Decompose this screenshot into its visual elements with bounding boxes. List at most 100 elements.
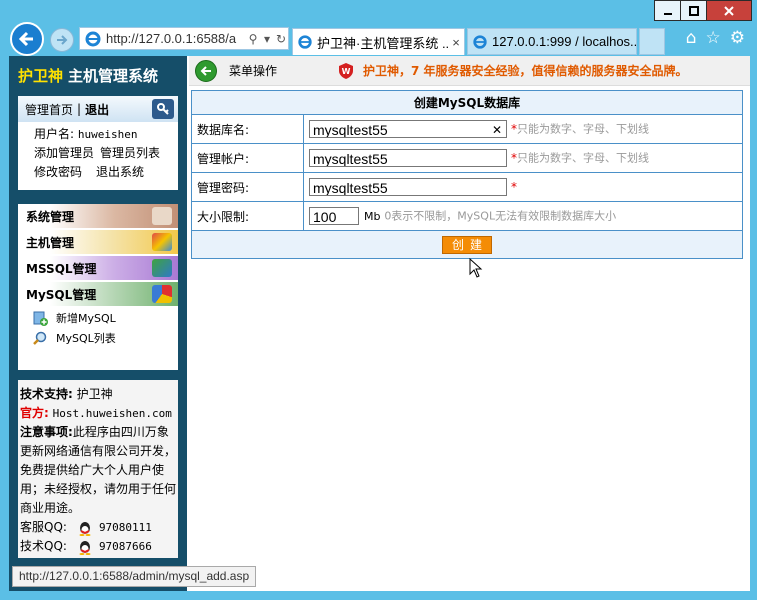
menu-label: MSSQL管理 [26,261,97,276]
size-cell: 100 Mb 0表示不限制，MySQL无法有效限制数据库大小 [303,201,743,231]
support-panel: 技术支持: 护卫神 官方: Host.huweishen.com 注意事项:此程… [18,380,178,558]
tab-title: 127.0.0.1:999 / localhos... [492,34,636,49]
form-submit-row: 创建 [191,230,743,259]
form-row-dbname: 数据库名: mysqltest55 ✕ *只能为数字、字母、下划线 [191,114,743,144]
username-label: 用户名: [34,127,75,141]
menu-host-management[interactable]: 主机管理 [18,230,178,254]
form-row-account: 管理帐户: mysqltest55 *只能为数字、字母、下划线 [191,143,743,173]
notice-row: 注意事项:此程序由四川万象更新网络通信有限公司开发，免费提供给广大个人用户使用；… [20,423,178,518]
new-tab-button[interactable] [639,28,665,55]
search-icon[interactable]: ⚲ [246,32,260,46]
address-bar[interactable]: http://127.0.0.1:6588/a ⚲ ▾ ↻ [79,27,289,50]
official-label: 官方: [20,406,49,420]
create-button[interactable]: 创建 [442,235,492,254]
official-link[interactable]: Host.huweishen.com [53,407,172,420]
support-value: 护卫神 [76,387,113,401]
dbname-label: 数据库名: [191,114,304,144]
brand-rest: 主机管理系统 [68,67,159,85]
mssql-network-icon [152,259,172,277]
qq-tech-label: 技术QQ: [20,539,67,553]
required-star: * [511,179,517,194]
forward-button[interactable] [50,28,74,52]
home-icon[interactable]: ⌂ [686,28,697,48]
change-password-link[interactable]: 修改密码 [34,165,82,179]
admin-list-link[interactable]: 管理员列表 [100,146,160,160]
size-unit: Mb [364,209,381,223]
magnifier-icon [33,331,47,345]
submit-cell: 创建 [191,230,743,259]
account-hint: 只能为数字、字母、下划线 [517,151,649,165]
dropdown-icon[interactable]: ▾ [260,32,274,46]
sidebar-item-new-mysql[interactable]: 新增MySQL [18,308,178,328]
dbname-input[interactable]: mysqltest55 ✕ [309,120,507,138]
support-label: 技术支持: [20,387,73,401]
tab-close-button[interactable]: × [448,35,464,50]
size-hint: 0表示不限制，MySQL无法有效限制数据库大小 [384,209,617,223]
qq-service-label: 客服QQ: [20,520,67,534]
sidebar-item-mysql-list[interactable]: MySQL列表 [18,328,178,348]
system-gear-icon [152,207,172,225]
password-cell: mysqltest55 * [303,172,743,202]
clear-input-icon[interactable]: ✕ [492,121,502,137]
dbname-cell: mysqltest55 ✕ *只能为数字、字母、下划线 [303,114,743,144]
back-button[interactable] [10,22,44,56]
qq-service-row: 客服QQ: 97080111 [20,518,178,537]
dbname-hint: 只能为数字、字母、下划线 [517,122,649,136]
qq-service-number: 97080111 [98,521,152,534]
sidebar-item-label: 新增MySQL [56,312,116,325]
qq-penguin-icon[interactable] [77,539,93,555]
account-links-row: 修改密码 退出系统 [34,163,178,182]
brand-title: 护卫神 主机管理系统 [18,65,158,86]
tab-title: 护卫神·主机管理系统 ... [317,35,448,51]
status-bar: http://127.0.0.1:6588/admin/mysql_add.as… [12,566,257,587]
maximize-button[interactable] [680,0,707,21]
tab-phpmyadmin[interactable]: 127.0.0.1:999 / localhos... [467,28,637,55]
menu-mssql-management[interactable]: MSSQL管理 [18,256,178,280]
admin-links-row: 添加管理员 管理员列表 [34,144,178,163]
close-window-button[interactable] [706,0,752,21]
separator: | [77,102,82,116]
host-boxes-icon [152,233,172,251]
slogan-text: 护卫神，7 年服务器安全经验，值得信赖的服务器安全品牌。 [363,64,688,78]
form-title: 创建MySQL数据库 [191,90,743,115]
window-controls [654,0,752,21]
logout-link[interactable]: 退出 [85,101,109,118]
menu-mysql-management[interactable]: MySQL管理 [18,282,178,306]
tab-host-admin[interactable]: 护卫神·主机管理系统 ... × [292,28,465,55]
form-header-row: 创建MySQL数据库 [191,90,743,115]
settings-gear-icon[interactable]: ⚙ [730,28,745,48]
account-label: 管理帐户: [191,143,304,173]
refresh-icon[interactable]: ↻ [274,32,288,46]
favorites-star-icon[interactable]: ☆ [706,28,721,48]
page-content: 护卫神 主机管理系统 管理首页 | 退出 用户名: huweishen 添加管理员… [9,56,750,591]
address-url[interactable]: http://127.0.0.1:6588/a [106,31,246,46]
qq-penguin-icon[interactable] [77,520,93,536]
minimize-button[interactable] [654,0,681,21]
ie-logo-icon [85,31,101,46]
ie-logo-icon [298,35,312,49]
add-admin-link[interactable]: 添加管理员 [34,146,94,160]
home-link[interactable]: 管理首页 [25,101,73,118]
top-bar: 菜单操作 W 护卫神，7 年服务器安全经验，值得信赖的服务器安全品牌。 [189,56,750,86]
menu-operation[interactable]: 菜单操作 [189,59,277,82]
browser-window: http://127.0.0.1:6588/a ⚲ ▾ ↻ 护卫神·主机管理系统… [0,0,757,600]
menu-panel: 系统管理 主机管理 MSSQL管理 MySQL管理 新增MySQL MySQL列… [18,204,178,370]
account-input[interactable]: mysqltest55 [309,149,507,167]
create-mysql-form: 创建MySQL数据库 数据库名: mysqltest55 ✕ *只能为数字、字母、下… [191,90,743,259]
support-row: 技术支持: 护卫神 [20,385,178,404]
password-input[interactable]: mysqltest55 [309,178,507,196]
svg-text:W: W [342,67,351,76]
user-panel-body: 用户名: huweishen 添加管理员 管理员列表 修改密码 退出系统 [18,122,178,182]
size-input[interactable]: 100 [309,207,359,225]
exit-system-link[interactable]: 退出系统 [96,165,144,179]
close-icon [724,5,734,16]
ie-logo-icon [473,34,487,49]
menu-system-management[interactable]: 系统管理 [18,204,178,228]
form-row-size: 大小限制: 100 Mb 0表示不限制，MySQL无法有效限制数据库大小 [191,201,743,231]
qq-tech-number: 97087666 [98,540,152,553]
back-circle-icon[interactable] [195,59,217,82]
sidebar-item-label: MySQL列表 [56,332,116,345]
account-cell: mysqltest55 *只能为数字、字母、下划线 [303,143,743,173]
username-value: huweishen [77,128,138,141]
official-row: 官方: Host.huweishen.com [20,404,178,423]
